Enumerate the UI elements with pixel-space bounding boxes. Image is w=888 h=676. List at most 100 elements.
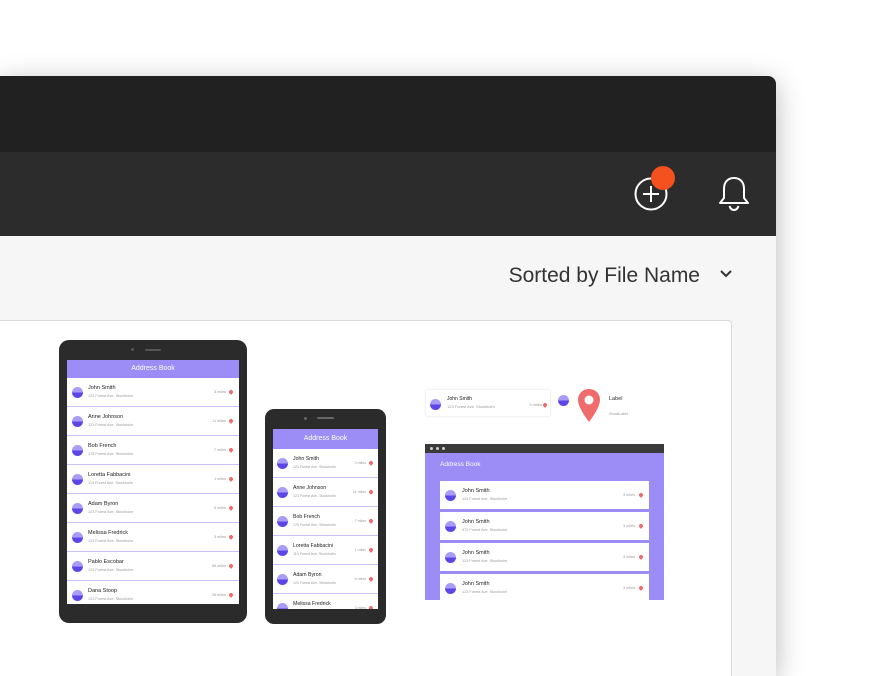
- contact-name: John Smith: [88, 385, 116, 391]
- contact-name: John Smith: [462, 488, 490, 494]
- contact-address: 175 Forest Ave, Stockholm: [88, 452, 134, 456]
- notification-badge: [651, 166, 675, 190]
- phone-screen: Address Book John Smith 123 Forest Ave, S…: [273, 429, 378, 609]
- contact-name: Loretta Fabbacini: [88, 472, 131, 478]
- avatar: [445, 582, 456, 594]
- pin-icon: [638, 492, 644, 498]
- window-dot: [442, 447, 445, 450]
- notifications-button[interactable]: [714, 174, 754, 214]
- pin-icon: [228, 592, 234, 598]
- avatar: [277, 602, 288, 609]
- contact-address: 123 Forest Ave, Stockholm: [293, 581, 336, 585]
- pin-icon: [542, 402, 548, 408]
- contact-address: 472 Forest Ave, Stockholm: [462, 528, 508, 532]
- pin-icon: [368, 605, 374, 609]
- sort-label[interactable]: Sorted by File Name: [509, 264, 700, 288]
- phone-mockup[interactable]: Address Book John Smith 123 Forest Ave, S…: [265, 409, 386, 624]
- pin-icon: [368, 489, 374, 495]
- map-pin-icon[interactable]: [577, 388, 601, 424]
- contact-row[interactable]: Pablo Escobar 123 Forest Ave, Stockholm 88…: [67, 552, 239, 581]
- chevron-down-icon[interactable]: [718, 266, 734, 282]
- contact-name: Bob French: [88, 443, 117, 449]
- contact-name: Loretta Fabbacini: [293, 543, 334, 549]
- contact-distance: 7 miles: [213, 448, 226, 452]
- toolbar: [0, 152, 776, 236]
- contact-row[interactable]: Adam Byron 123 Forest Ave, Stockholm 6 mil…: [273, 565, 378, 594]
- avatar: [72, 531, 83, 543]
- contact-distance: 3 miles: [622, 493, 635, 497]
- contact-row[interactable]: John Smith 123 Forest Ave, Stockholm 3 mil…: [273, 449, 378, 478]
- contact-row[interactable]: Loretta Fabbacini 113 Forest Ave, Stockho…: [273, 536, 378, 565]
- contact-row[interactable]: Bob French 175 Forest Ave, Stockholm 7 mil…: [67, 436, 239, 465]
- pin-icon: [638, 523, 644, 529]
- contact-address: 113 Forest Ave, Stockholm: [293, 552, 336, 556]
- contact-name: Melissa Fredrick: [293, 601, 331, 607]
- contact-distance: 3 miles: [622, 586, 635, 590]
- pin-icon: [228, 505, 234, 511]
- avatar: [277, 486, 288, 498]
- contact-list: John Smith 123 Forest Ave, Stockholm 3 mil…: [67, 378, 239, 604]
- web-app-title: Address Book: [440, 461, 481, 468]
- contact-row[interactable]: Melissa Fredrick123 Forest Ave, Stockhol…: [67, 523, 239, 552]
- contact-distance: 6 miles: [354, 577, 366, 581]
- contact-row[interactable]: John Smith 123 Forest Ave, Stockholm 3 mil…: [67, 378, 239, 407]
- contact-row[interactable]: Dana Stoop 123 Forest Ave, Stockholm 36 mi…: [67, 581, 239, 604]
- contact-row[interactable]: Anne Johnson 123 Forest Ave, Stockholm 11 …: [273, 478, 378, 507]
- contact-address: 123 Forest Ave, Stockholm: [88, 597, 134, 601]
- contact-row[interactable]: Melissa Fredrick123 Forest Ave, Stockhol…: [273, 594, 378, 609]
- contact-row[interactable]: John Smith 123 Forest Ave, Stockholm 3 mil…: [440, 574, 649, 600]
- contact-name: Anne Johnson: [88, 414, 124, 420]
- web-mockup[interactable]: Address Book John Smith 123 Forest Ave, S…: [425, 444, 664, 600]
- contact-distance: 6 miles: [213, 506, 226, 510]
- contact-name: Adam Byron: [293, 572, 322, 578]
- contact-address: 123 Forest Ave, Stockholm: [462, 590, 508, 594]
- contact-row[interactable]: John Smith 123 Forest Ave, Stockholm 3 mil…: [440, 543, 649, 571]
- contact-distance: 3 miles: [622, 524, 635, 528]
- contact-row[interactable]: John Smith 123 Forest Ave, Stockholm 3 mil…: [440, 481, 649, 509]
- contact-address: 113 Forest Ave, Stockholm: [88, 481, 134, 485]
- contact-row[interactable]: Bob French 175 Forest Ave, Stockholm 7 mil…: [273, 507, 378, 536]
- contact-distance: 88 miles: [211, 564, 226, 568]
- avatar: [445, 520, 456, 532]
- contact-distance: 1 miles: [213, 477, 226, 481]
- pin-icon: [228, 563, 234, 569]
- contact-row-component[interactable]: John Smith 123 Forest Ave, Stockholm 3 m…: [426, 390, 550, 416]
- avatar: [277, 457, 288, 469]
- avatar: [72, 560, 83, 572]
- window-dot: [436, 447, 439, 450]
- contact-name: Melissa Fredrick: [88, 530, 129, 536]
- pin-icon: [368, 547, 374, 553]
- contact-name: John Smith: [462, 581, 490, 587]
- avatar: [277, 544, 288, 556]
- contact-row[interactable]: John Smith 472 Forest Ave, Stockholm 3 mil…: [440, 512, 649, 540]
- add-button[interactable]: [631, 166, 675, 214]
- contact-address: 123 Forest Ave, Stockholm: [88, 510, 134, 514]
- avatar: [72, 386, 83, 398]
- contact-row[interactable]: Loretta Fabbacini 113 Forest Ave, Stockho…: [67, 465, 239, 494]
- contact-row[interactable]: Adam Byron 123 Forest Ave, Stockholm 6 mil…: [67, 494, 239, 523]
- avatar: [277, 573, 288, 585]
- contact-distance: 1 miles: [354, 548, 366, 552]
- avatar-component[interactable]: [558, 395, 569, 406]
- tablet-mockup[interactable]: Address Book John Smith 123 Forest Ave, S…: [59, 340, 247, 623]
- bell-icon: [719, 177, 749, 212]
- app-header: Address Book: [273, 429, 378, 449]
- avatar: [72, 473, 83, 485]
- pin-icon: [228, 447, 234, 453]
- pin-icon: [228, 476, 234, 482]
- avatar: [72, 589, 83, 601]
- contact-address: 123 Forest Ave, Stockholm: [88, 423, 134, 427]
- avatar: [277, 515, 288, 527]
- avatar: [445, 551, 456, 563]
- title-bar: [0, 76, 776, 152]
- app-window: Sorted by File Name Address Book John Sm…: [0, 76, 776, 676]
- browser-chrome: [425, 444, 664, 453]
- avatar: [445, 489, 456, 501]
- contact-name: Anne Johnson: [293, 485, 327, 491]
- avatar: [72, 415, 83, 427]
- contact-name: Dana Stoop: [88, 588, 118, 594]
- contact-name: Pablo Escobar: [88, 559, 124, 565]
- contact-distance: 7 miles: [354, 519, 366, 523]
- contact-name: John Smith: [447, 396, 473, 402]
- contact-row[interactable]: Anne Johnson 123 Forest Ave, Stockholm 11 …: [67, 407, 239, 436]
